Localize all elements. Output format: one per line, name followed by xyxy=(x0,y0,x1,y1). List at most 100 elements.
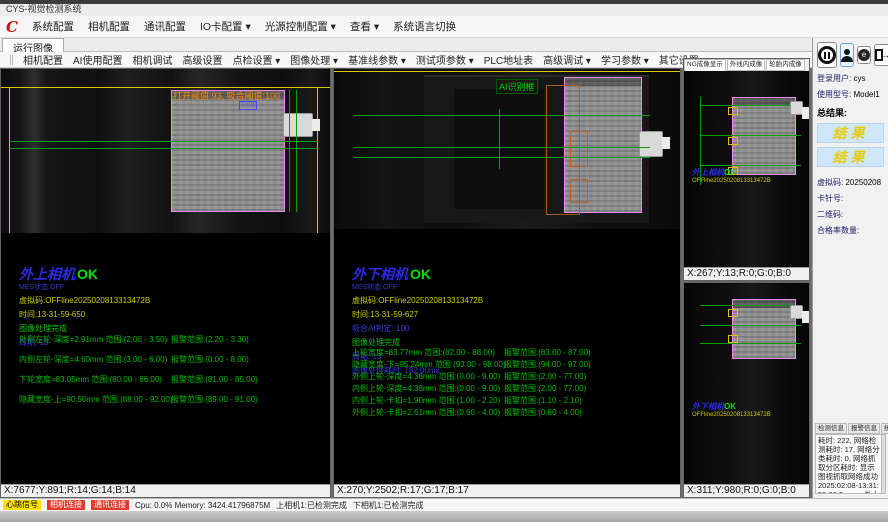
tool-baseline-params[interactable]: 基准线参数 ▾ xyxy=(348,52,406,67)
camera-view-upper: 打开阈值:93, 吸合阈值:100 3.08 外上相机OK MES状态:OFF … xyxy=(0,68,331,498)
tab-outer-image[interactable]: 外线内成像 xyxy=(727,59,766,71)
measure-box-yellow xyxy=(728,137,738,145)
alarm-range: 报警范围:(89.00 - 91.00) xyxy=(171,394,258,405)
measurement-row: 上轮宽度=83.77mm 范围:(82.00 - 88.00)报警范围:(83.… xyxy=(352,347,676,359)
alarm-range: 报警范围:(94.00 - 97.00) xyxy=(504,359,591,370)
measure-box-yellow xyxy=(728,107,738,115)
virtual-code-value: 20250208 xyxy=(845,178,881,187)
measurement-row: 内侧上轮-深度=4.38mm 范围:(0.00 - 9.00)报警范围:(2.0… xyxy=(352,383,676,395)
pause-icon xyxy=(818,46,836,64)
tab-run-image[interactable]: 运行图像 xyxy=(2,38,64,52)
measurement-value: 外侧上轮-深度=4.38mm 范围:(0.00 - 9.00) xyxy=(352,372,500,381)
menu-io-config[interactable]: IO卡配置 ▾ xyxy=(200,19,251,34)
pause-button[interactable] xyxy=(817,42,837,68)
measurement-row: 内侧左轮-深度=4.60mm 范围:(3.00 - 6.00)报警范围:(0.0… xyxy=(19,354,326,374)
measurement-row: 外侧上轮-卡扣=2.61mm 范围:(0.60 - 4.00)报警范围:(0.6… xyxy=(352,407,676,419)
measurement-row: 下轮宽度=83.05mm 范围:(80.00 - 86.00)报警范围:(81.… xyxy=(19,374,326,394)
login-user-label: 登录用户: xyxy=(817,74,851,83)
measure-line-green xyxy=(296,90,297,212)
tool-camera-config[interactable]: 相机配置 xyxy=(23,52,63,67)
result-ok: OK xyxy=(77,266,98,282)
upper-camera-status: 上相机1:已检测完成 xyxy=(276,500,347,511)
window-title: CYS-视觉检测系统 xyxy=(0,0,888,16)
measure-line-green xyxy=(700,343,801,344)
menu-light-config[interactable]: 光源控制配置 ▾ xyxy=(265,19,336,34)
measurement-row: 隐藏宽度-上=90.50mm 范围:(88.00 - 92.00)报警范围:(8… xyxy=(19,394,326,414)
tool-plc-address[interactable]: PLC地址表 xyxy=(484,52,533,67)
log-message: 耗时: 222, 网络检测耗时: 17, 网络分类耗时: 0, 网络抓取分区耗时… xyxy=(818,436,880,494)
user-login-button[interactable] xyxy=(840,43,854,67)
tool-test-params[interactable]: 测试项参数 ▾ xyxy=(416,52,474,67)
lower-camera-status: 下相机1:已检测完成 xyxy=(353,500,424,511)
log-text: 耗时: 222, 网络检测耗时: 17, 网络分类耗时: 0, 网络抓取分区耗时… xyxy=(815,434,886,494)
alarm-range: 报警范围:(0.00 - 8.00) xyxy=(171,354,249,365)
pass-rate-row: 合格率数量: xyxy=(817,225,884,236)
measurement-row: 外侧左轮-深度=2.91mm 范围:(2.00 - 3.50)报警范围:(2.2… xyxy=(19,334,326,354)
exit-arrow-icon: → xyxy=(881,50,888,60)
connector-blob xyxy=(283,113,313,137)
alarm-range: 报警范围:(2.00 - 77.00) xyxy=(504,371,586,382)
ng-image-upper[interactable]: 外上相机OK OFFline2025020813313472B xyxy=(684,71,809,268)
tool-camera-debug[interactable]: 相机调试 xyxy=(132,52,172,67)
ng-panel-tabs: NG成像显示 外线内成像 轮胎内成像 xyxy=(684,59,809,71)
pixel-coordinate-bar: X:267;Y:13;R:0;G:0;B:0 xyxy=(684,267,809,280)
ng-image-lower[interactable]: 外下相机OK OFFline2025020813313472B xyxy=(684,283,809,485)
detected-part-roi xyxy=(171,90,285,212)
measurement-value: 外侧左轮-深度=2.91mm 范围:(2.00 - 3.50) xyxy=(19,335,167,344)
menu-language-switch[interactable]: 系统语言切换 xyxy=(393,19,456,34)
camera-image-upper[interactable]: 打开阈值:93, 吸合阈值:100 3.08 xyxy=(1,69,330,233)
tool-advanced-debug[interactable]: 高级调试 ▾ xyxy=(543,52,591,67)
heartbeat-badge: 心跳信号 xyxy=(3,500,41,510)
log-tab-detect[interactable]: 检测信息 xyxy=(815,423,847,434)
camera-result-title: 外下相机OK xyxy=(352,264,483,284)
tool-ai-config[interactable]: AI使用配置 xyxy=(73,52,122,67)
measurement-value: 隐藏宽度-上=90.50mm 范围:(88.00 - 92.00) xyxy=(19,395,173,404)
total-result-2: 结果 xyxy=(817,147,884,167)
camera-view-lower: AI识别框 外下相机OK MES状态:OFF 虚拟码:OFFline202502… xyxy=(333,68,681,498)
login-user-value: cys xyxy=(853,74,865,83)
menu-view[interactable]: 查看 ▾ xyxy=(350,19,379,34)
total-result-1: 结果 xyxy=(817,123,884,143)
result-ok: OK xyxy=(724,168,736,177)
tab-ng-display[interactable]: NG成像显示 xyxy=(684,59,726,71)
tool-learn-params[interactable]: 学习参数 ▾ xyxy=(601,52,649,67)
menu-system-config[interactable]: 系统配置 xyxy=(32,19,74,34)
measurement-row: 外侧上轮-深度=4.38mm 范围:(0.00 - 9.00) 报警范围:(2.0… xyxy=(352,371,676,383)
info-button[interactable]: e xyxy=(857,46,871,64)
camera-name: 外上相机 xyxy=(19,266,75,282)
barcode-line: 虚拟码:OFFline2025020813313472B xyxy=(352,295,483,306)
baseline-yellow-right xyxy=(317,87,318,233)
measurement-row: 内侧上轮-卡扣=1.90mm 范围:(1.00 - 2.20)报警范围:(1.1… xyxy=(352,395,676,407)
alarm-range: 报警范围:(81.00 - 85.00) xyxy=(171,374,258,385)
log-tab-stats[interactable]: 统计信息 xyxy=(881,423,888,434)
tool-image-processing[interactable]: 图像处理 ▾ xyxy=(290,52,338,67)
qr-row: 二维码: xyxy=(817,209,884,220)
menu-comm-config[interactable]: 通讯配置 xyxy=(144,19,186,34)
log-tab-alarm[interactable]: 报警信息 xyxy=(848,423,880,434)
log-block: 检测信息 报警信息 统计信息 耗时: 222, 网络检测耗时: 17, 网络分类… xyxy=(815,423,886,495)
ai-detect-rect-inner xyxy=(570,179,588,203)
exit-button[interactable]: → xyxy=(874,44,888,66)
toolbar-grip xyxy=(10,55,13,65)
measure-line-green xyxy=(499,109,500,169)
tool-advanced-settings[interactable]: 高级设置 xyxy=(182,52,222,67)
log-scrollbar[interactable] xyxy=(881,435,885,493)
menu-bar: C 系统配置 相机配置 通讯配置 IO卡配置 ▾ 光源控制配置 ▾ 查看 ▾ 系… xyxy=(0,16,888,38)
menu-camera-config[interactable]: 相机配置 xyxy=(88,19,130,34)
camera-name: 外下相机 xyxy=(352,266,408,282)
tab-inner-image[interactable]: 轮胎内成像 xyxy=(766,59,805,71)
ng-result-text: 外下相机OK OFFline2025020813313472B xyxy=(692,401,771,418)
ng-result-text: 外上相机OK OFFline2025020813313472B xyxy=(692,167,771,184)
ng-image-panel: NG成像显示 外线内成像 轮胎内成像 外上相机OK OFFline2025020… xyxy=(683,58,810,281)
camera-name: 外下相机 xyxy=(692,402,724,411)
pixel-coordinate-bar: X:7677;Y:891;R:14;G:14;B:14 xyxy=(1,484,330,497)
login-user-row: 登录用户: cys xyxy=(817,73,884,84)
connector-blob xyxy=(639,131,663,157)
camera-image-lower[interactable]: AI识别框 xyxy=(334,69,680,229)
measure-line-green xyxy=(9,141,318,142)
time-line: 时间:13-31-59-627 xyxy=(352,309,483,320)
virtual-code-row: 虚拟码: 20250208 xyxy=(817,177,884,188)
tool-spot-check[interactable]: 点检设置 ▾ xyxy=(232,52,280,67)
baseline-yellow-left xyxy=(9,87,10,233)
ai-detect-rect-inner xyxy=(570,131,588,167)
